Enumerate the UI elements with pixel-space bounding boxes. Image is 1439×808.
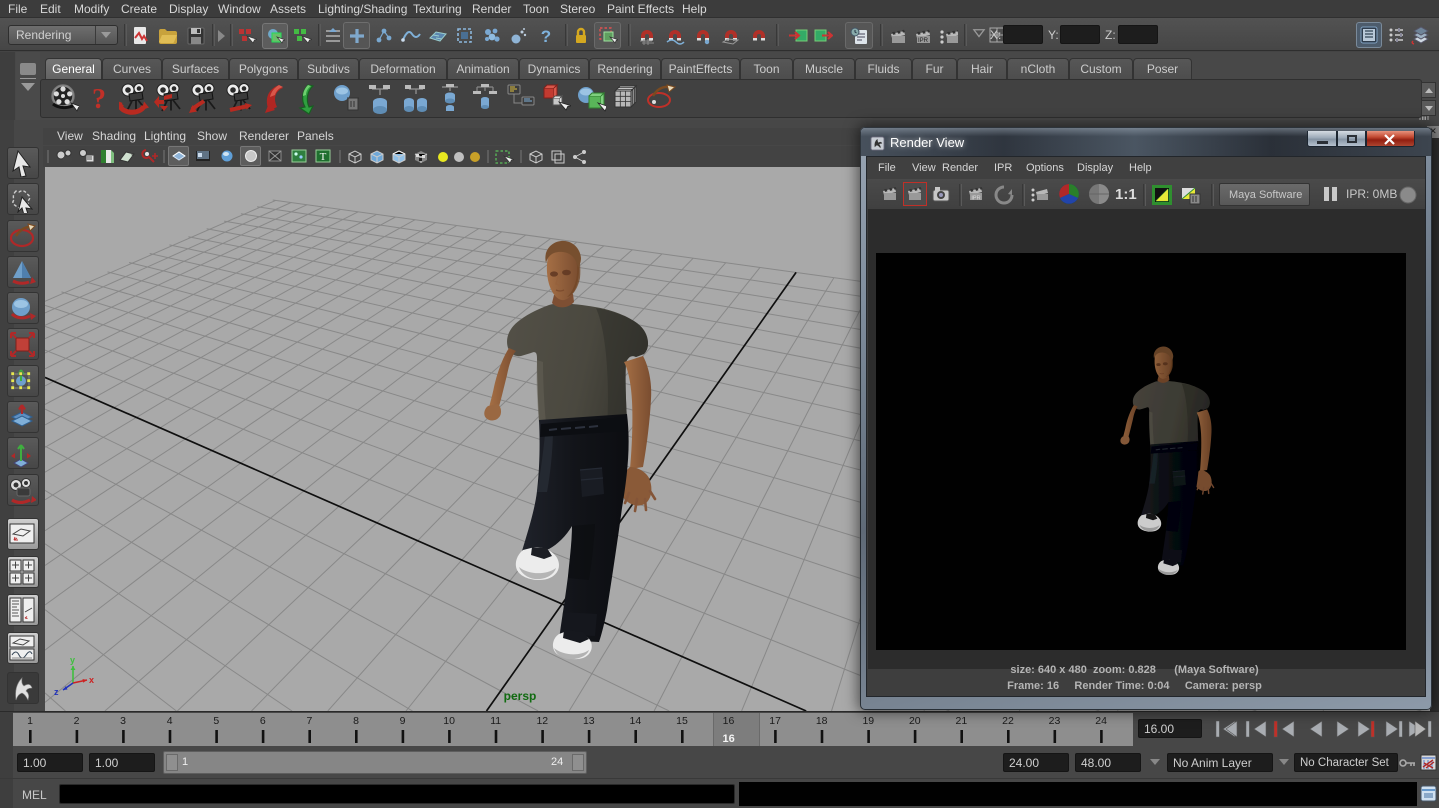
svg-text:persp: persp	[504, 689, 537, 703]
svg-text:11: 11	[490, 715, 501, 727]
svg-text:12: 12	[536, 715, 548, 727]
svg-text:y: y	[70, 655, 75, 665]
svg-text:17: 17	[769, 715, 781, 727]
svg-text:18: 18	[816, 715, 828, 727]
svg-text:23: 23	[1049, 715, 1061, 727]
svg-text:x: x	[89, 675, 94, 685]
svg-text:?: ?	[541, 27, 551, 46]
svg-text:24: 24	[1095, 715, 1107, 727]
svg-text:16: 16	[722, 733, 734, 745]
svg-text:20: 20	[909, 715, 921, 727]
svg-text:22: 22	[1002, 715, 1014, 727]
svg-text:7: 7	[306, 715, 312, 727]
svg-text:19: 19	[862, 715, 874, 727]
svg-text:3: 3	[120, 715, 126, 727]
svg-text:z: z	[54, 687, 59, 697]
svg-text:2: 2	[74, 715, 80, 727]
svg-text:4: 4	[167, 715, 173, 727]
svg-text:T: T	[320, 151, 327, 163]
svg-text:16: 16	[723, 715, 735, 727]
svg-text:IPR: IPR	[971, 196, 980, 202]
svg-text:1: 1	[27, 715, 33, 727]
svg-text:13: 13	[583, 715, 595, 727]
svg-text:?: ?	[92, 84, 106, 115]
svg-text:9: 9	[400, 715, 406, 727]
svg-text:21: 21	[956, 715, 968, 727]
svg-text:6: 6	[260, 715, 266, 727]
svg-text:IPR: IPR	[918, 38, 929, 44]
svg-text:15: 15	[676, 715, 688, 727]
svg-text:10: 10	[443, 715, 455, 727]
svg-text:8: 8	[353, 715, 359, 727]
svg-text:5: 5	[213, 715, 219, 727]
svg-text:14: 14	[630, 715, 642, 727]
